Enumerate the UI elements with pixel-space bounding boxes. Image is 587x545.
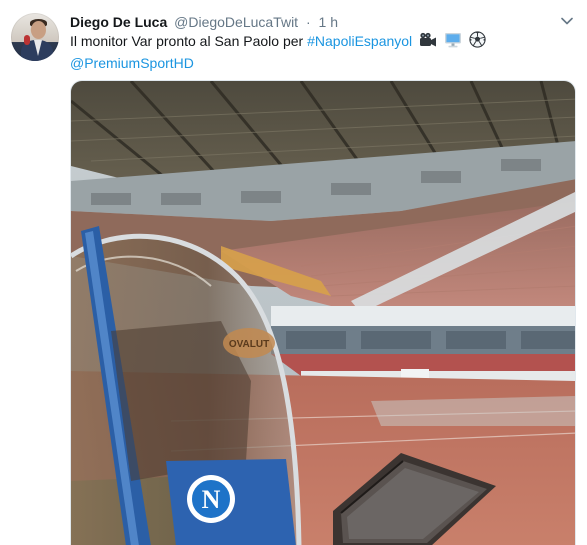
- movie-camera-icon: [419, 32, 437, 53]
- separator-dot: ·: [305, 14, 311, 30]
- stadium-photo: OVALUT N: [71, 81, 575, 545]
- more-options-button[interactable]: [560, 14, 574, 28]
- booth-label: OVALUT: [229, 339, 269, 350]
- tweet-photo[interactable]: OVALUT N: [70, 80, 576, 545]
- napoli-badge-letter: N: [202, 485, 221, 514]
- desktop-computer-icon: [444, 32, 462, 53]
- chevron-down-icon: [561, 17, 573, 25]
- author-avatar[interactable]: [11, 13, 59, 61]
- author-handle[interactable]: @DiegoDeLucaTwit: [174, 14, 298, 30]
- author-name[interactable]: Diego De Luca: [70, 14, 167, 30]
- hashtag-link[interactable]: #NapoliEspanyol: [307, 33, 412, 49]
- tweet-text-prefix: Il monitor Var pronto al San Paolo per: [70, 33, 304, 49]
- tweet-timestamp[interactable]: 1 h: [319, 14, 338, 30]
- tweet-text: Il monitor Var pronto al San Paolo per #…: [70, 31, 575, 73]
- mention-link[interactable]: @PremiumSportHD: [70, 55, 194, 71]
- soccer-ball-icon: [469, 31, 486, 53]
- tweet-card[interactable]: Diego De Luca @DiegoDeLucaTwit · 1 h Il …: [0, 0, 587, 545]
- tweet-header: Diego De Luca @DiegoDeLucaTwit · 1 h: [70, 12, 547, 32]
